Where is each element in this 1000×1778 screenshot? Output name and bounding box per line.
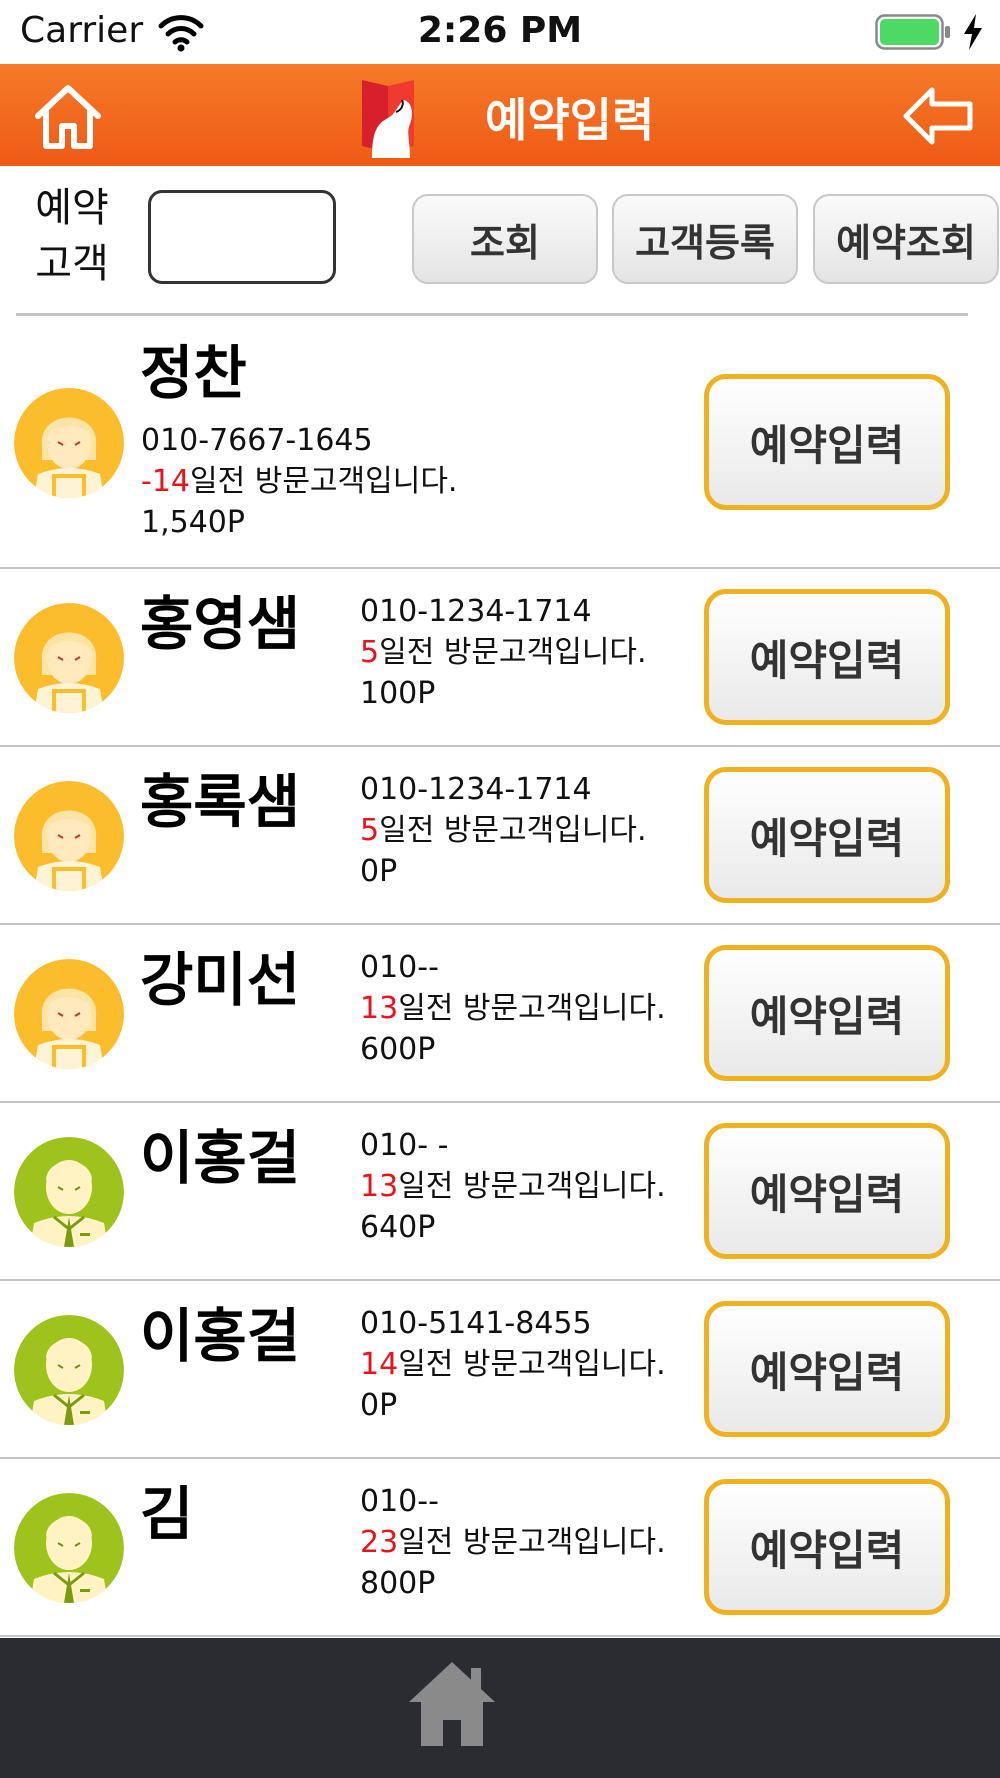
status-time: 2:26 PM [417,10,583,51]
register-customer-button[interactable]: 고객등록 [612,194,798,284]
customer-points: 800P [360,1566,436,1601]
customer-points: 0P [360,854,398,889]
visit-suffix: 일전 방문고객입니다. [398,1347,666,1382]
home-icon[interactable] [30,78,106,154]
customer-info: 010-- 13일전 방문고객입니다. 600P [360,947,666,1070]
customer-name: 김 [140,1480,194,1548]
customer-info: 010-7667-1645 -14일전 방문고객입니다. 1,540P [141,420,457,543]
customer-name: 이홍걸 [140,1124,301,1192]
customer-search-bar: 예약 고객 조회 고객등록 예약조회 [0,166,1000,314]
reservation-input-button[interactable]: 예약입력 [704,1479,950,1615]
customer-name: 강미선 [140,946,301,1014]
customer-row[interactable]: 정찬 010-7667-1645 -14일전 방문고객입니다. 1,540P 예약입력 [0,316,1000,569]
customer-row[interactable]: 강미선 010-- 13일전 방문고객입니다. 600P 예약입력 [0,925,1000,1103]
customer-phone: 010-5141-8455 [360,1306,592,1341]
customer-phone: 010-1234-1714 [360,594,592,629]
visit-suffix: 일전 방문고객입니다. [379,813,647,848]
reservation-input-button[interactable]: 예약입력 [704,945,950,1081]
visit-suffix: 일전 방문고객입니다. [190,464,458,499]
visit-days-line: 13일전 방문고객입니다. [360,1166,666,1207]
male-avatar-icon [14,1315,124,1425]
days-since-visit: 13 [360,991,399,1026]
customer-phone: 010- - [360,1128,449,1163]
customer-phone: 010-- [360,1484,439,1519]
battery-icon [875,14,950,50]
customer-row[interactable]: 홍록샘 010-1234-1714 5일전 방문고객입니다. 0P 예약입력 [0,747,1000,925]
customer-phone: 010-1234-1714 [360,772,592,807]
search-button[interactable]: 조회 [412,194,598,284]
page-title: 예약입력 [485,93,655,147]
status-bar: Carrier 2:26 PM [0,0,1000,64]
customer-row[interactable]: 이홍걸 010-5141-8455 14일전 방문고객입니다. 0P 예약입력 [0,1281,1000,1459]
visit-days-line: 23일전 방문고객입니다. [360,1522,666,1563]
reservation-customer-label: 예약 고객 [22,180,122,292]
label-line-1: 예약 [35,185,109,231]
customer-info: 010-1234-1714 5일전 방문고객입니다. 100P [360,591,647,714]
customer-name: 이홍걸 [140,1302,301,1370]
customer-info: 010-- 23일전 방문고객입니다. 800P [360,1481,666,1604]
customer-search-input[interactable] [148,190,336,284]
female-avatar-icon [14,388,124,498]
home-icon[interactable] [405,1658,499,1748]
visit-suffix: 일전 방문고객입니다. [398,1169,666,1204]
visit-suffix: 일전 방문고객입니다. [398,1525,666,1560]
reservation-lookup-button[interactable]: 예약조회 [813,194,999,284]
customer-name: 홍영샘 [140,590,301,658]
customer-name: 정찬 [140,339,247,407]
customer-info: 010-1234-1714 5일전 방문고객입니다. 0P [360,769,647,892]
visit-suffix: 일전 방문고객입니다. [398,991,666,1026]
customer-points: 640P [360,1210,436,1245]
visit-days-line: 5일전 방문고객입니다. [360,810,647,851]
female-avatar-icon [14,781,124,891]
back-arrow-icon[interactable] [902,84,974,148]
visit-days-line: 13일전 방문고객입니다. [360,988,666,1029]
customer-info: 010- -13일전 방문고객입니다. 640P [360,1125,666,1248]
customer-phone: 010-- [360,950,439,985]
female-avatar-icon [14,959,124,1069]
reservation-input-button[interactable]: 예약입력 [704,374,950,510]
charging-bolt-icon [964,14,982,50]
customer-points: 100P [360,676,436,711]
reservation-input-button[interactable]: 예약입력 [704,1123,950,1259]
header-bar: 예약입력 [0,64,1000,166]
customer-row[interactable]: 김 010-- 23일전 방문고객입니다. 800P 예약입력 [0,1459,1000,1637]
customer-info: 010-5141-8455 14일전 방문고객입니다. 0P [360,1303,666,1426]
customer-row[interactable]: 이홍걸 010- -13일전 방문고객입니다. 640P 예약입력 [0,1103,1000,1281]
days-since-visit: 13 [360,1169,399,1204]
customer-points: 1,540P [141,505,245,540]
customer-name: 홍록샘 [140,768,301,836]
days-since-visit: 14 [360,1347,399,1382]
days-since-visit: 5 [360,813,380,848]
visit-suffix: 일전 방문고객입니다. [379,635,647,670]
female-avatar-icon [14,603,124,713]
visit-days-line: 14일전 방문고객입니다. [360,1344,666,1385]
male-avatar-icon [14,1137,124,1247]
label-line-2: 고객 [35,241,109,287]
footer-bar [0,1638,1000,1778]
reservation-input-button[interactable]: 예약입력 [704,589,950,725]
reservation-input-button[interactable]: 예약입력 [704,1301,950,1437]
days-since-visit: 23 [360,1525,399,1560]
days-since-visit: -14 [141,464,190,499]
customer-points: 0P [360,1388,398,1423]
customer-phone: 010-7667-1645 [141,423,373,458]
visit-days-line: -14일전 방문고객입니다. [141,461,457,502]
reservation-input-button[interactable]: 예약입력 [704,767,950,903]
male-avatar-icon [14,1493,124,1603]
customer-row[interactable]: 홍영샘 010-1234-1714 5일전 방문고객입니다. 100P 예약입력 [0,569,1000,747]
days-since-visit: 5 [360,635,380,670]
customer-points: 600P [360,1032,436,1067]
app-logo-icon [362,80,414,158]
visit-days-line: 5일전 방문고객입니다. [360,632,647,673]
